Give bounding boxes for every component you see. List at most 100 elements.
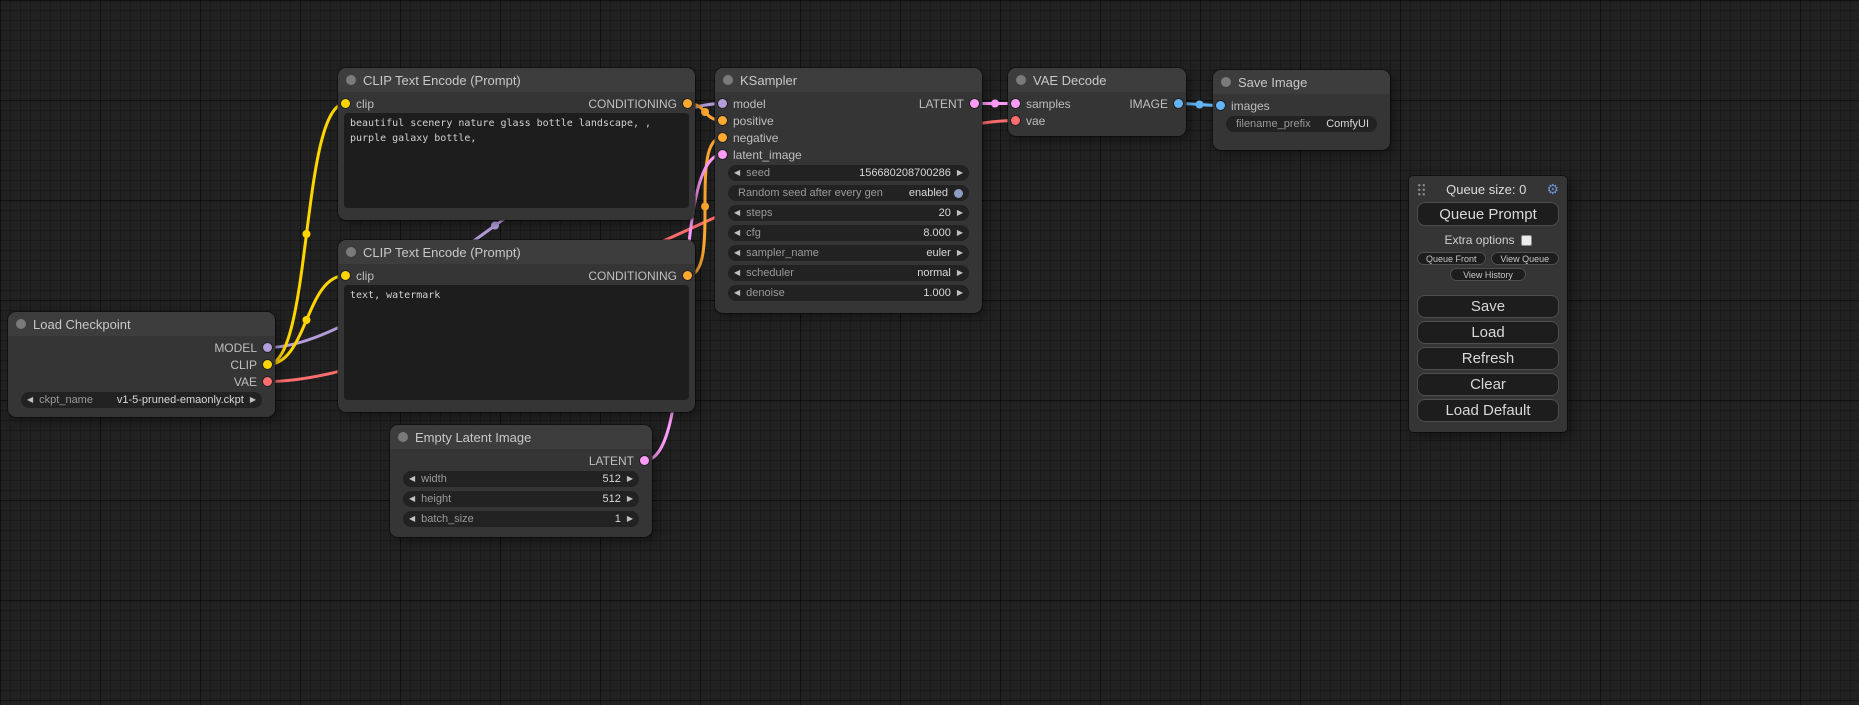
widget-sampler-name[interactable]: ◀ sampler_name euler ▶ — [728, 245, 969, 261]
widget-steps[interactable]: ◀ steps 20 ▶ — [728, 205, 969, 221]
input-port-latent-image[interactable] — [718, 150, 727, 159]
node-collapse-dot-icon[interactable] — [1016, 75, 1026, 85]
increment-arrow-icon[interactable]: ▶ — [627, 495, 633, 503]
input-port-images[interactable] — [1216, 101, 1225, 110]
decrement-arrow-icon[interactable]: ◀ — [734, 289, 740, 297]
widget-seed[interactable]: ◀ seed 156680208700286 ▶ — [728, 165, 969, 181]
output-port-model[interactable] — [263, 343, 272, 352]
increment-arrow-icon[interactable]: ▶ — [957, 229, 963, 237]
node-title: KSampler — [740, 73, 797, 88]
output-port-image[interactable] — [1174, 99, 1183, 108]
output-port-conditioning[interactable] — [683, 99, 692, 108]
node-collapse-dot-icon[interactable] — [346, 75, 356, 85]
queue-front-button[interactable]: Queue Front — [1417, 252, 1486, 265]
node-collapse-dot-icon[interactable] — [1221, 77, 1231, 87]
panel-drag-handle-icon[interactable] — [1417, 183, 1426, 196]
decrement-arrow-icon[interactable]: ◀ — [734, 209, 740, 217]
save-button[interactable]: Save — [1417, 295, 1559, 318]
graph-canvas[interactable]: { "link_colors": { "MODEL": "#B39DDB", "… — [0, 0, 1859, 705]
node-titlebar[interactable]: CLIP Text Encode (Prompt) — [338, 68, 695, 92]
input-port-positive[interactable] — [718, 116, 727, 125]
output-port-clip[interactable] — [263, 360, 272, 369]
node-empty-latent-image[interactable]: Empty Latent Image LATENT ◀ width 512 ▶ … — [390, 425, 652, 537]
view-queue-button[interactable]: View Queue — [1491, 252, 1560, 265]
widget-value: 512 — [602, 494, 620, 505]
decrement-arrow-icon[interactable]: ◀ — [734, 229, 740, 237]
node-titlebar[interactable]: CLIP Text Encode (Prompt) — [338, 240, 695, 264]
increment-arrow-icon[interactable]: ▶ — [957, 169, 963, 177]
decrement-arrow-icon[interactable]: ◀ — [734, 169, 740, 177]
input-port-negative[interactable] — [718, 133, 727, 142]
node-vae-decode[interactable]: VAE Decode samples IMAGE vae — [1008, 68, 1186, 136]
node-titlebar[interactable]: Load Checkpoint — [8, 312, 275, 336]
input-port-model[interactable] — [718, 99, 727, 108]
node-save-image[interactable]: Save Image images filename_prefix ComfyU… — [1213, 70, 1390, 150]
prompt-textarea[interactable]: beautiful scenery nature glass bottle la… — [344, 113, 689, 208]
slot-row: model LATENT — [715, 95, 982, 112]
input-port-samples[interactable] — [1011, 99, 1020, 108]
node-titlebar[interactable]: KSampler — [715, 68, 982, 92]
widget-random-seed-toggle[interactable]: Random seed after every gen enabled — [728, 185, 969, 201]
widget-denoise[interactable]: ◀ denoise 1.000 ▶ — [728, 285, 969, 301]
settings-gear-icon[interactable]: ⚙ — [1546, 182, 1559, 196]
decrement-arrow-icon[interactable]: ◀ — [409, 475, 415, 483]
widget-label: scheduler — [746, 268, 794, 279]
slot-label: IMAGE — [1129, 97, 1168, 111]
widget-scheduler[interactable]: ◀ scheduler normal ▶ — [728, 265, 969, 281]
node-titlebar[interactable]: Empty Latent Image — [390, 425, 652, 449]
node-title: Load Checkpoint — [33, 317, 131, 332]
toggle-dot-icon[interactable] — [954, 189, 963, 198]
increment-arrow-icon[interactable]: ▶ — [957, 249, 963, 257]
input-slot-vae: vae — [1008, 112, 1186, 129]
node-collapse-dot-icon[interactable] — [16, 319, 26, 329]
refresh-button[interactable]: Refresh — [1417, 347, 1559, 370]
slot-label: samples — [1026, 97, 1071, 111]
queue-prompt-button[interactable]: Queue Prompt — [1417, 202, 1559, 226]
clear-button[interactable]: Clear — [1417, 373, 1559, 396]
slot-label: negative — [733, 131, 778, 145]
increment-arrow-icon[interactable]: ▶ — [957, 289, 963, 297]
widget-value: 1.000 — [923, 288, 951, 299]
output-port-conditioning[interactable] — [683, 271, 692, 280]
node-titlebar[interactable]: Save Image — [1213, 70, 1390, 94]
output-port-latent[interactable] — [640, 456, 649, 465]
increment-arrow-icon[interactable]: ▶ — [957, 269, 963, 277]
load-button[interactable]: Load — [1417, 321, 1559, 344]
decrement-arrow-icon[interactable]: ◀ — [734, 269, 740, 277]
input-port-clip[interactable] — [341, 271, 350, 280]
decrement-arrow-icon[interactable]: ◀ — [27, 396, 33, 404]
increment-arrow-icon[interactable]: ▶ — [627, 475, 633, 483]
increment-arrow-icon[interactable]: ▶ — [250, 396, 256, 404]
node-titlebar[interactable]: VAE Decode — [1008, 68, 1186, 92]
output-port-vae[interactable] — [263, 377, 272, 386]
node-clip-text-encode-positive[interactable]: CLIP Text Encode (Prompt) clip CONDITION… — [338, 68, 695, 220]
prompt-textarea[interactable]: text, watermark — [344, 285, 689, 400]
widget-value: normal — [917, 268, 951, 279]
view-history-button[interactable]: View History — [1450, 268, 1526, 281]
increment-arrow-icon[interactable]: ▶ — [957, 209, 963, 217]
extra-options-checkbox[interactable] — [1521, 235, 1532, 246]
widget-cfg[interactable]: ◀ cfg 8.000 ▶ — [728, 225, 969, 241]
decrement-arrow-icon[interactable]: ◀ — [409, 515, 415, 523]
widget-ckpt-name[interactable]: ◀ ckpt_name v1-5-pruned-emaonly.ckpt ▶ — [21, 392, 262, 408]
input-port-clip[interactable] — [341, 99, 350, 108]
node-collapse-dot-icon[interactable] — [723, 75, 733, 85]
node-ksampler[interactable]: KSampler model LATENT positive negative … — [715, 68, 982, 313]
node-collapse-dot-icon[interactable] — [398, 432, 408, 442]
increment-arrow-icon[interactable]: ▶ — [627, 515, 633, 523]
widget-height[interactable]: ◀ height 512 ▶ — [403, 491, 639, 507]
input-port-vae[interactable] — [1011, 116, 1020, 125]
widget-filename-prefix[interactable]: filename_prefix ComfyUI — [1226, 116, 1377, 132]
node-load-checkpoint[interactable]: Load Checkpoint MODEL CLIP VAE ◀ ckpt_na… — [8, 312, 275, 417]
widget-value: 156680208700286 — [859, 168, 951, 179]
load-default-button[interactable]: Load Default — [1417, 399, 1559, 422]
link-midpoint-dot — [701, 203, 709, 211]
output-port-latent[interactable] — [970, 99, 979, 108]
decrement-arrow-icon[interactable]: ◀ — [734, 249, 740, 257]
widget-batch-size[interactable]: ◀ batch_size 1 ▶ — [403, 511, 639, 527]
node-clip-text-encode-negative[interactable]: CLIP Text Encode (Prompt) clip CONDITION… — [338, 240, 695, 412]
widget-width[interactable]: ◀ width 512 ▶ — [403, 471, 639, 487]
node-collapse-dot-icon[interactable] — [346, 247, 356, 257]
decrement-arrow-icon[interactable]: ◀ — [409, 495, 415, 503]
slot-label: LATENT — [919, 97, 964, 111]
